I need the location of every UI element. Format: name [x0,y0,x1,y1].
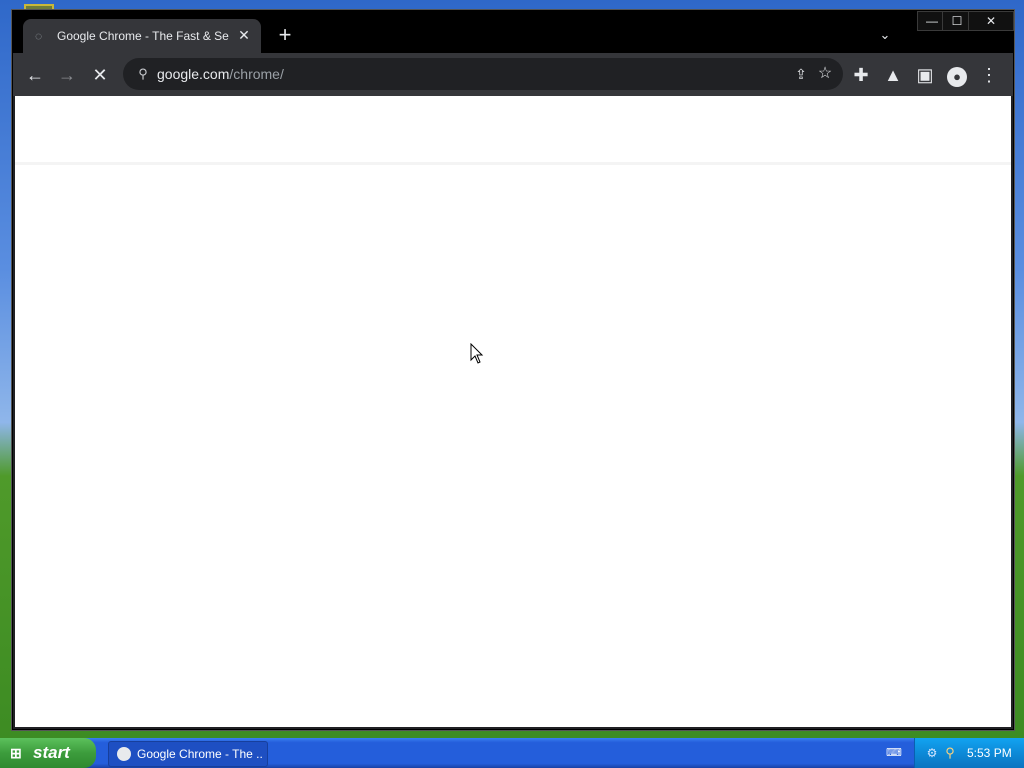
menu-icon[interactable]: ⋮ [977,63,1001,87]
clock[interactable]: 5:53 PM [967,738,1012,768]
close-icon[interactable]: ✕ [235,26,253,44]
plus-icon[interactable]: + [275,24,295,46]
tab-active[interactable]: ◌ Google Chrome - The Fast & Secure Web … [23,19,261,53]
side-panel-icon[interactable]: ▣ [913,63,937,87]
title-bar: ◌ Google Chrome - The Fast & Secure Web … [13,11,1014,53]
chevron-down-icon[interactable]: ⌄ [875,25,895,45]
keyboard-icon[interactable]: ⌨ [886,746,902,760]
windows-logo-icon: ⊞ [10,745,22,761]
url-path: /chrome/ [229,66,284,82]
page-content [15,96,1011,727]
taskbar-item-chrome[interactable]: Google Chrome - The ... [108,741,268,767]
stop-loading-button[interactable]: ✕ [88,63,112,87]
profile-button[interactable]: ● [945,63,969,87]
taskbar: ⊞ start Google Chrome - The ... ⌨ ⚙ ⚲ 5:… [0,738,1024,768]
start-label: start [33,743,70,762]
tab-title: Google Chrome - The Fast & Secure Web Br… [57,29,229,43]
site-info-icon[interactable]: ⚲ [135,66,151,82]
system-tray: ⚙ ⚲ 5:53 PM [914,738,1024,768]
share-icon[interactable]: ⇪ [791,64,811,84]
extensions-icon[interactable]: ✚ [849,63,873,87]
loading-spinner-icon: ◌ [35,29,43,43]
profile-icon: ● [947,67,967,87]
search-icon[interactable]: ⚲ [943,746,957,760]
network-icon[interactable]: ⚙ [925,746,939,760]
start-button[interactable]: ⊞ start [0,738,96,768]
chrome-window: ◌ Google Chrome - The Fast & Secure Web … [12,10,1014,730]
bookmark-star-icon[interactable]: ☆ [815,64,835,84]
browser-toolbar: ← → ✕ ⚲ google.com/chrome/ ⇪ ☆ ✚ ▲ ▣ ● ⋮ [13,53,1013,96]
page-header-area [15,96,1011,165]
address-bar[interactable]: ⚲ google.com/chrome/ ⇪ ☆ [123,58,843,90]
chrome-icon [117,747,131,761]
back-button[interactable]: ← [23,63,47,87]
labs-icon[interactable]: ▲ [881,63,905,87]
close-window-button[interactable]: ✕ [968,11,1014,31]
forward-button[interactable]: → [55,63,79,87]
url-text[interactable]: google.com/chrome/ [157,65,284,83]
url-domain: google.com [157,66,230,82]
taskbar-item-label: Google Chrome - The ... [137,747,263,761]
